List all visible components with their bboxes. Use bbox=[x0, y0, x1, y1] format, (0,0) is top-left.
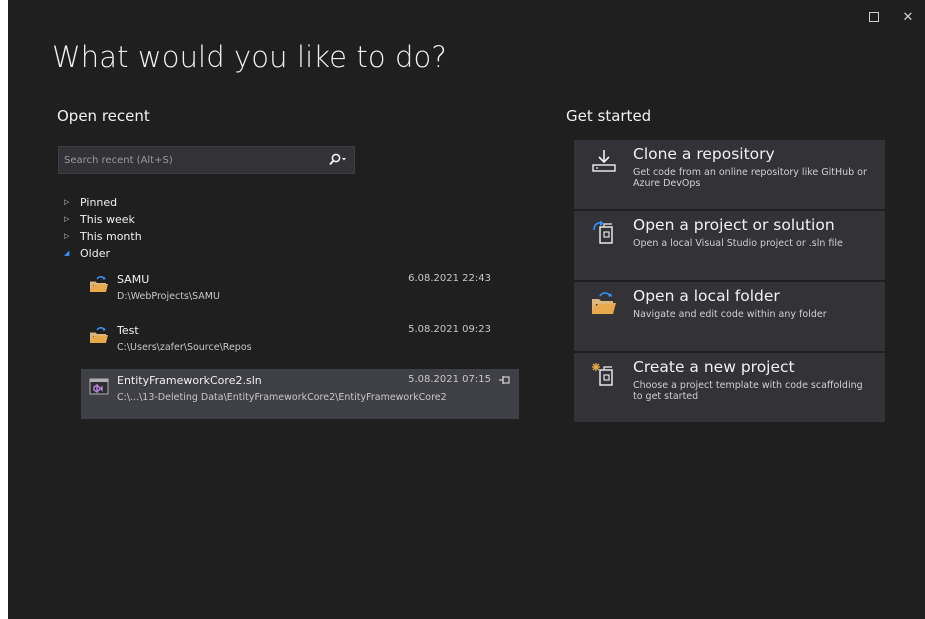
recent-item-path: D:\WebProjects\SAMU bbox=[117, 291, 220, 302]
recent-item-path: C:\...\13-Deleting Data\EntityFrameworkC… bbox=[117, 392, 447, 403]
maximize-icon bbox=[869, 12, 879, 22]
group-label: This month bbox=[80, 230, 142, 243]
create-new-project-button[interactable]: Create a new project Choose a project te… bbox=[574, 353, 885, 422]
clone-icon bbox=[592, 150, 616, 172]
expanded-arrow-icon: ◢ bbox=[64, 249, 70, 257]
recent-item-path: C:\Users\zafer\Source\Repos bbox=[117, 342, 252, 353]
folder-icon bbox=[592, 292, 616, 314]
close-icon: ✕ bbox=[902, 9, 914, 25]
close-button[interactable]: ✕ bbox=[891, 6, 925, 28]
group-label: This week bbox=[80, 213, 135, 226]
window-controls: ✕ bbox=[857, 6, 925, 28]
get-started-heading: Get started bbox=[566, 107, 652, 125]
recent-item-date: 6.08.2021 22:43 bbox=[408, 273, 491, 284]
search-recent-input[interactable] bbox=[59, 147, 319, 173]
recent-item-name: SAMU bbox=[117, 273, 150, 286]
card-description: Get code from an online repository like … bbox=[633, 167, 867, 189]
open-project-icon bbox=[593, 220, 613, 244]
recent-item-test[interactable]: Test C:\Users\zafer\Source\Repos 5.08.20… bbox=[81, 319, 519, 369]
folder-icon bbox=[90, 276, 108, 292]
card-title: Create a new project bbox=[633, 358, 795, 376]
maximize-button[interactable] bbox=[857, 6, 891, 28]
card-title: Clone a repository bbox=[633, 145, 775, 163]
collapsed-arrow-icon: ▷ bbox=[64, 198, 70, 206]
card-description: Navigate and edit code within any folder bbox=[633, 309, 827, 320]
search-recent-box bbox=[58, 146, 355, 174]
card-description: Open a local Visual Studio project or .s… bbox=[633, 238, 843, 249]
solution-icon bbox=[89, 378, 109, 395]
folder-icon bbox=[90, 327, 108, 343]
new-project-icon bbox=[592, 363, 613, 386]
chevron-down-icon bbox=[342, 158, 346, 161]
recent-item-name: EntityFrameworkCore2.sln bbox=[117, 374, 262, 387]
pin-icon[interactable] bbox=[499, 375, 511, 385]
page-title: What would you like to do? bbox=[52, 40, 447, 74]
group-label: Older bbox=[80, 247, 110, 260]
group-this-week[interactable]: ▷ This week bbox=[64, 211, 142, 228]
group-this-month[interactable]: ▷ This month bbox=[64, 228, 142, 245]
card-title: Open a project or solution bbox=[633, 216, 835, 234]
clone-repository-button[interactable]: Clone a repository Get code from an onli… bbox=[574, 140, 885, 209]
group-pinned[interactable]: ▷ Pinned bbox=[64, 194, 142, 211]
card-title: Open a local folder bbox=[633, 287, 780, 305]
open-local-folder-button[interactable]: Open a local folder Navigate and edit co… bbox=[574, 282, 885, 351]
collapsed-arrow-icon: ▷ bbox=[64, 232, 70, 240]
search-button[interactable] bbox=[326, 151, 350, 169]
recent-item-entityframeworkcore2[interactable]: EntityFrameworkCore2.sln C:\...\13-Delet… bbox=[81, 369, 519, 419]
search-icon bbox=[329, 153, 346, 166]
recent-item-date: 5.08.2021 07:15 bbox=[408, 374, 491, 385]
recent-item-date: 5.08.2021 09:23 bbox=[408, 324, 491, 335]
group-older[interactable]: ◢ Older bbox=[64, 245, 142, 262]
start-window: ✕ What would you like to do? Open recent… bbox=[8, 0, 925, 619]
recent-groups: ▷ Pinned ▷ This week ▷ This month ◢ Olde… bbox=[64, 194, 142, 262]
group-label: Pinned bbox=[80, 196, 118, 209]
card-description: Choose a project template with code scaf… bbox=[633, 380, 863, 402]
open-recent-heading: Open recent bbox=[57, 107, 150, 125]
open-project-button[interactable]: Open a project or solution Open a local … bbox=[574, 211, 885, 280]
collapsed-arrow-icon: ▷ bbox=[64, 215, 70, 223]
recent-item-name: Test bbox=[117, 324, 139, 337]
recent-item-samu[interactable]: SAMU D:\WebProjects\SAMU 6.08.2021 22:43 bbox=[81, 268, 519, 318]
